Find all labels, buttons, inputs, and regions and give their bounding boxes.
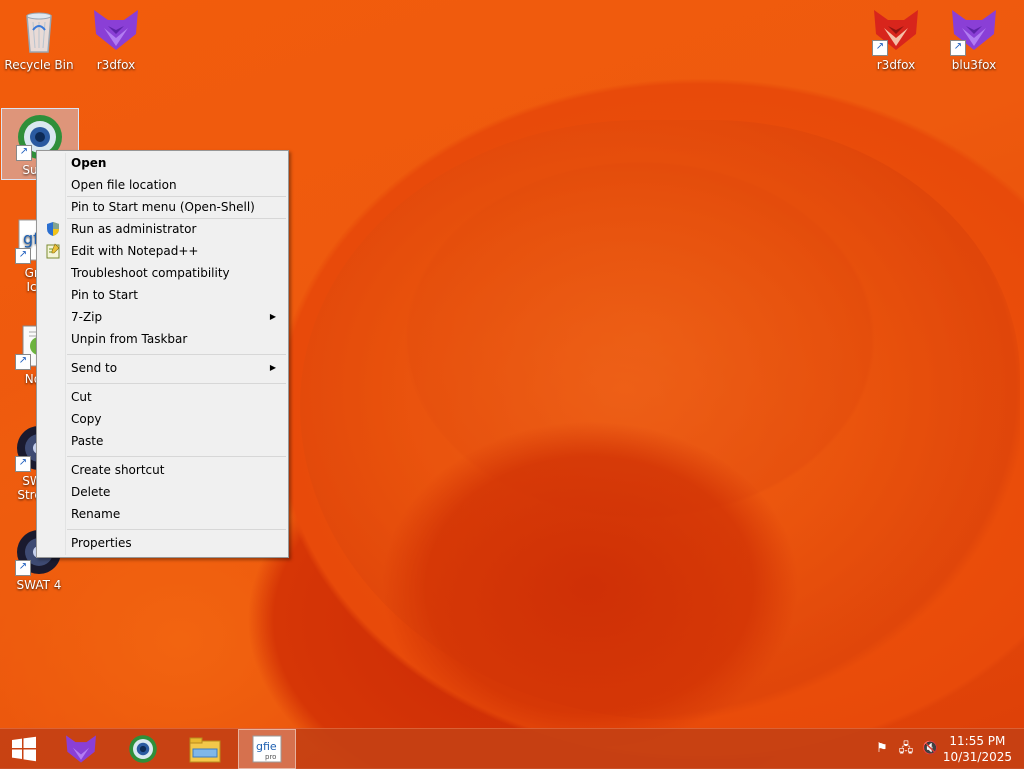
volume-muted-icon[interactable]: 🔇 <box>922 741 938 757</box>
notepadpp-icon <box>45 243 61 259</box>
menu-cut[interactable]: Cut <box>39 386 286 408</box>
r3dfox-red-label: r3dfox <box>876 58 916 72</box>
menu-pin-to-start-label: Pin to Start <box>71 288 138 302</box>
menu-edit-notepadpp-label: Edit with Notepad++ <box>71 244 199 258</box>
menu-open[interactable]: Open <box>39 152 286 174</box>
gfie-pro-icon: gfie pro <box>252 735 282 763</box>
menu-open-label: Open <box>71 156 107 170</box>
context-menu: Open Open file location Pin to Start men… <box>36 150 289 558</box>
r3dfox-icon <box>92 8 140 56</box>
shortcut-arrow-icon: ↗ <box>950 40 966 56</box>
shortcut-arrow-icon: ↗ <box>872 40 888 56</box>
menu-separator <box>67 456 286 457</box>
menu-open-file-location-label: Open file location <box>71 178 177 192</box>
start-button[interactable] <box>0 729 48 769</box>
action-center-flag-icon[interactable]: ⚑ <box>874 741 890 757</box>
taskbar-browser[interactable] <box>114 729 172 769</box>
menu-7zip[interactable]: 7-Zip ▶ <box>39 306 286 328</box>
blu3fox-label: blu3fox <box>951 58 997 72</box>
menu-properties-label: Properties <box>71 536 132 550</box>
taskbar: gfie pro ⚑ 🖧 🔇 11:55 PM 10/31/2025 <box>0 728 1024 769</box>
menu-properties[interactable]: Properties <box>39 532 286 554</box>
recycle-bin-label: Recycle Bin <box>4 58 74 72</box>
menu-pin-start-openshell[interactable]: Pin to Start menu (Open-Shell) <box>39 196 286 218</box>
menu-7zip-label: 7-Zip <box>71 310 103 324</box>
menu-create-shortcut[interactable]: Create shortcut <box>39 459 286 481</box>
menu-pin-start-openshell-label: Pin to Start menu (Open-Shell) <box>71 200 255 214</box>
uac-shield-icon <box>45 221 61 237</box>
shortcut-arrow-icon: ↗ <box>16 145 32 161</box>
menu-troubleshoot-label: Troubleshoot compatibility <box>71 266 230 280</box>
browser-globe-icon <box>129 735 157 763</box>
r3dfox-red-icon: ↗ <box>872 8 920 56</box>
menu-unpin-taskbar-label: Unpin from Taskbar <box>71 332 188 346</box>
windows-logo-icon <box>12 736 36 762</box>
submenu-arrow-icon: ▶ <box>269 363 276 372</box>
menu-troubleshoot[interactable]: Troubleshoot compatibility <box>39 262 286 284</box>
menu-rename[interactable]: Rename <box>39 503 286 525</box>
shortcut-arrow-icon: ↗ <box>15 248 31 264</box>
menu-paste-label: Paste <box>71 434 104 448</box>
menu-rename-label: Rename <box>71 507 121 521</box>
shortcut-arrow-icon: ↗ <box>15 560 31 576</box>
submenu-arrow-icon: ▶ <box>269 312 276 321</box>
menu-pin-to-start[interactable]: Pin to Start <box>39 284 286 306</box>
blu3fox-icon: ↗ <box>950 8 998 56</box>
clock-time: 11:55 PM <box>949 734 1006 748</box>
clock-date: 10/31/2025 <box>942 750 1012 764</box>
menu-open-file-location[interactable]: Open file location <box>39 174 286 196</box>
r3dfox-icon <box>66 735 96 763</box>
menu-delete[interactable]: Delete <box>39 481 286 503</box>
menu-create-shortcut-label: Create shortcut <box>71 463 165 477</box>
menu-copy[interactable]: Copy <box>39 408 286 430</box>
file-explorer-icon <box>189 737 221 763</box>
shortcut-arrow-icon: ↗ <box>15 456 31 472</box>
menu-cut-label: Cut <box>71 390 92 404</box>
menu-separator <box>67 529 286 530</box>
menu-run-as-admin[interactable]: Run as administrator <box>39 218 286 240</box>
svg-text:gfie: gfie <box>256 740 277 753</box>
menu-unpin-taskbar[interactable]: Unpin from Taskbar <box>39 328 286 350</box>
swat4-label: SWAT 4 <box>16 578 62 592</box>
blu3fox-desktop-icon[interactable]: ↗ blu3fox <box>936 4 1012 72</box>
recycle-bin-icon <box>15 8 63 56</box>
recycle-bin-desktop-icon[interactable]: Recycle Bin <box>1 4 77 72</box>
taskbar-gfie-pro[interactable]: gfie pro <box>238 729 296 769</box>
menu-run-as-admin-label: Run as administrator <box>71 222 197 236</box>
menu-edit-notepadpp[interactable]: Edit with Notepad++ <box>39 240 286 262</box>
menu-delete-label: Delete <box>71 485 111 499</box>
network-icon[interactable]: 🖧 <box>898 741 914 757</box>
r3dfox-label: r3dfox <box>96 58 136 72</box>
r3dfox-desktop-icon[interactable]: r3dfox <box>78 4 154 72</box>
r3dfox-red-desktop-icon[interactable]: ↗ r3dfox <box>858 4 934 72</box>
taskbar-r3dfox[interactable] <box>52 729 110 769</box>
clock[interactable]: 11:55 PM 10/31/2025 <box>943 733 1012 765</box>
menu-separator <box>67 383 286 384</box>
menu-send-to-label: Send to <box>71 361 118 375</box>
menu-paste[interactable]: Paste <box>39 430 286 452</box>
taskbar-file-explorer[interactable] <box>176 729 234 769</box>
menu-separator <box>67 354 286 355</box>
svg-text:pro: pro <box>265 753 276 761</box>
menu-send-to[interactable]: Send to ▶ <box>39 357 286 379</box>
menu-copy-label: Copy <box>71 412 102 426</box>
shortcut-arrow-icon: ↗ <box>15 354 31 370</box>
